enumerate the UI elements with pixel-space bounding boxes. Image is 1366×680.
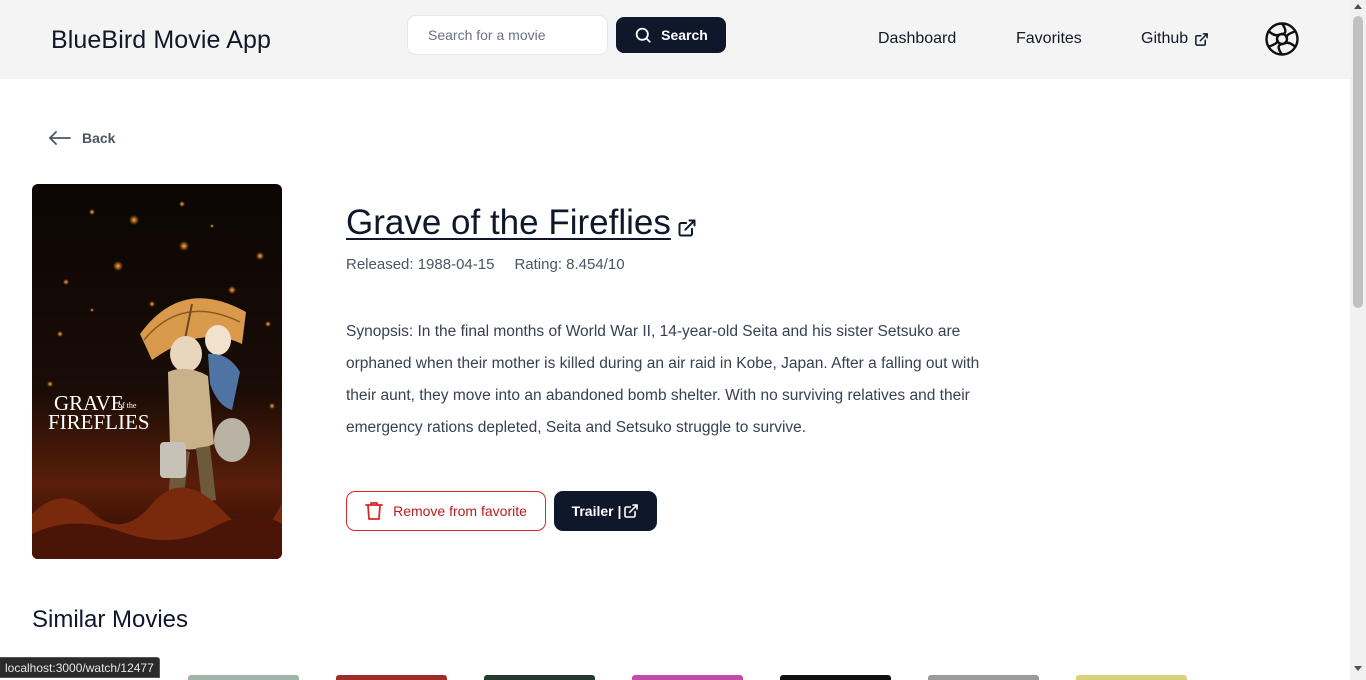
app-brand[interactable]: BlueBird Movie App <box>51 26 271 55</box>
nav-favorites[interactable]: Favorites <box>1016 30 1082 48</box>
trailer-label: Trailer | <box>571 503 622 519</box>
remove-favorite-button[interactable]: Remove from favorite <box>346 491 546 531</box>
nav-github-label: Github <box>1141 30 1189 47</box>
similar-movie-card[interactable] <box>780 675 891 680</box>
similar-movie-card[interactable] <box>1076 675 1187 680</box>
back-link[interactable]: Back <box>48 130 115 146</box>
nav-github[interactable]: Github <box>1141 30 1209 48</box>
movie-title-row: Grave of the Fireflies <box>346 203 697 243</box>
scrollbar-thumb[interactable] <box>1353 16 1363 308</box>
movie-meta: Released: 1988-04-15 Rating: 8.454/10 <box>346 256 625 273</box>
nav-dashboard[interactable]: Dashboard <box>878 30 956 48</box>
similar-movie-card[interactable] <box>632 675 743 680</box>
poster-title-of: of the <box>118 401 137 410</box>
similar-movie-card[interactable] <box>336 675 447 680</box>
similar-movie-card[interactable] <box>484 675 595 680</box>
search-button[interactable]: Search <box>616 17 726 53</box>
back-label: Back <box>82 130 116 146</box>
external-link-icon <box>1195 32 1209 46</box>
aperture-logo-icon[interactable] <box>1264 21 1300 57</box>
movie-rating: Rating: 8.454/10 <box>514 256 625 273</box>
scroll-up-arrow-icon[interactable] <box>1354 4 1362 9</box>
external-link-icon[interactable] <box>677 218 697 238</box>
release-date: Released: 1988-04-15 <box>346 256 495 273</box>
browser-status-url: localhost:3000/watch/12477 <box>0 657 160 678</box>
trailer-button[interactable]: Trailer | <box>554 491 657 531</box>
page-scrollbar[interactable] <box>1350 0 1366 680</box>
movie-title-link[interactable]: Grave of the Fireflies <box>346 203 671 243</box>
similar-movie-card[interactable] <box>188 675 299 680</box>
top-header: BlueBird Movie App Search Dashboard Favo… <box>0 0 1350 79</box>
search-input[interactable] <box>407 15 608 55</box>
search-button-label: Search <box>661 27 708 43</box>
poster-title-line2: FIREFLIES <box>48 410 150 434</box>
movie-poster: GRAVE of the FIREFLIES <box>32 184 282 559</box>
search-icon <box>635 27 651 43</box>
scroll-down-arrow-icon[interactable] <box>1354 666 1362 671</box>
external-link-icon <box>624 504 639 518</box>
remove-favorite-label: Remove from favorite <box>393 503 527 519</box>
movie-synopsis: Synopsis: In the final months of World W… <box>346 323 980 436</box>
similar-movies-heading: Similar Movies <box>32 606 189 633</box>
similar-movie-card[interactable] <box>928 675 1039 680</box>
trash-icon <box>365 502 383 520</box>
arrow-left-icon <box>49 131 71 145</box>
